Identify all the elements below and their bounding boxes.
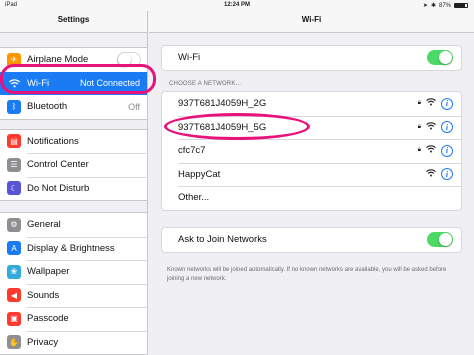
control-center-icon: ☰: [7, 157, 21, 172]
sidebar-item-label: Do Not Disturb: [27, 182, 90, 194]
location-icon: ➤: [422, 3, 428, 9]
sidebar-group-notifications: ▤ Notifications ☰ Control Center ☾ Do No…: [0, 128, 147, 201]
lock-icon: 🔒︎: [417, 123, 421, 130]
sidebar-item-passcode[interactable]: ▣ Passcode: [0, 307, 147, 331]
sidebar-item-airplane-mode[interactable]: ✈ Airplane Mode: [0, 48, 147, 72]
sidebar-item-label: General: [27, 219, 61, 231]
wifi-detail-panel: Wi-Fi Wi-Fi CHOOSE A NETWORK... 937T681J…: [149, 11, 474, 355]
lock-icon: 🔒︎: [417, 100, 421, 107]
sidebar-item-label: Wi-Fi: [27, 77, 50, 89]
wifi-signal-icon: [426, 169, 436, 180]
network-name: 937T681J4059H_5G: [178, 121, 267, 133]
airplane-icon: ✈: [7, 52, 21, 67]
lock-icon: 🔒︎: [417, 147, 421, 154]
network-name: HappyCat: [178, 168, 221, 180]
sidebar-item-sounds[interactable]: ◀ Sounds: [0, 283, 147, 308]
settings-sidebar: Settings ✈ Airplane Mode Wi-Fi Not Conne…: [0, 11, 148, 355]
ask-to-join-card: Ask to Join Networks: [161, 227, 462, 253]
clock: 12:24 PM: [223, 2, 250, 8]
sidebar-item-do-not-disturb[interactable]: ☾ Do Not Disturb: [0, 176, 147, 201]
privacy-icon: ✋: [7, 335, 21, 350]
wifi-toggle[interactable]: [427, 50, 453, 66]
network-row[interactable]: 937T681J4059H_2G 🔒︎ i: [162, 92, 461, 116]
brightness-icon: A: [7, 241, 21, 256]
sidebar-item-label: Display & Brightness: [27, 242, 115, 254]
network-name: cfc7c7: [178, 145, 206, 157]
sidebar-item-notifications[interactable]: ▤ Notifications: [0, 130, 147, 154]
sidebar-group-connectivity: ✈ Airplane Mode Wi-Fi Not Connected ᛒ Bl…: [0, 47, 147, 120]
network-name: 937T681J4059H_2G: [178, 98, 267, 110]
status-right: ➤ ✱ 87%: [423, 2, 468, 9]
ask-to-join-label: Ask to Join Networks: [178, 234, 267, 246]
sidebar-item-label: Notifications: [27, 135, 79, 147]
other-network-row[interactable]: Other...: [162, 186, 461, 210]
networks-section-header: CHOOSE A NETWORK...: [169, 81, 242, 87]
wallpaper-icon: ❀: [7, 264, 21, 279]
network-row[interactable]: HappyCat i: [162, 162, 461, 187]
sidebar-item-wifi[interactable]: Wi-Fi Not Connected: [0, 71, 147, 95]
battery-percent: 87%: [438, 2, 451, 9]
notifications-icon: ▤: [7, 134, 21, 149]
speaker-icon: ◀: [7, 288, 21, 303]
wifi-toggle-row: Wi-Fi: [162, 46, 461, 70]
status-bar: iPad 12:24 PM ➤ ✱ 87%: [0, 0, 474, 11]
wifi-toggle-label: Wi-Fi: [178, 52, 201, 64]
moon-icon: ☾: [7, 181, 21, 196]
ask-to-join-row: Ask to Join Networks: [162, 228, 461, 252]
bluetooth-icon: ᛒ: [7, 99, 21, 114]
wifi-signal-icon: [426, 98, 436, 109]
bluetooth-status-value: Off: [128, 101, 140, 112]
info-icon[interactable]: i: [441, 168, 453, 181]
sidebar-group-general: ⚙ General A Display & Brightness ❀ Wallp…: [0, 212, 147, 355]
wifi-status-value: Not Connected: [79, 78, 140, 89]
battery-icon: [454, 3, 468, 8]
sidebar-item-wallpaper[interactable]: ❀ Wallpaper: [0, 260, 147, 284]
info-icon[interactable]: i: [441, 144, 453, 157]
sidebar-item-label: Airplane Mode: [27, 54, 89, 66]
airplane-mode-toggle[interactable]: [117, 52, 141, 68]
page-title: Wi-Fi: [149, 11, 474, 33]
sidebar-item-bluetooth[interactable]: ᛒ Bluetooth Off: [0, 95, 147, 119]
network-row[interactable]: cfc7c7 🔒︎ i: [162, 139, 461, 163]
sidebar-item-display-brightness[interactable]: A Display & Brightness: [0, 236, 147, 261]
sidebar-item-general[interactable]: ⚙ General: [0, 213, 147, 237]
network-list: 937T681J4059H_2G 🔒︎ i 937T681J4059H_5G 🔒…: [161, 91, 462, 211]
sidebar-title: Settings: [0, 11, 147, 33]
wifi-toggle-card: Wi-Fi: [161, 45, 462, 71]
sidebar-item-label: Wallpaper: [27, 266, 70, 278]
sidebar-item-label: Privacy: [27, 336, 59, 348]
ask-to-join-note: Known networks will be joined automatica…: [167, 267, 447, 282]
sidebar-item-label: Passcode: [27, 313, 69, 325]
bluetooth-status-icon: ✱: [430, 3, 436, 9]
network-name: Other...: [178, 192, 210, 204]
wifi-signal-icon: [426, 122, 436, 133]
network-row[interactable]: 937T681J4059H_5G 🔒︎ i: [162, 115, 461, 140]
sidebar-item-label: Bluetooth: [27, 101, 68, 113]
sidebar-item-privacy[interactable]: ✋ Privacy: [0, 330, 147, 355]
sidebar-item-label: Control Center: [27, 159, 89, 171]
sidebar-item-control-center[interactable]: ☰ Control Center: [0, 153, 147, 177]
wifi-icon: [7, 76, 21, 91]
info-icon[interactable]: i: [441, 97, 453, 110]
wifi-signal-icon: [426, 145, 436, 156]
info-icon[interactable]: i: [441, 121, 453, 134]
passcode-icon: ▣: [7, 311, 21, 326]
sidebar-item-label: Sounds: [27, 289, 60, 301]
ask-to-join-toggle[interactable]: [427, 232, 453, 248]
gear-icon: ⚙: [7, 217, 21, 232]
